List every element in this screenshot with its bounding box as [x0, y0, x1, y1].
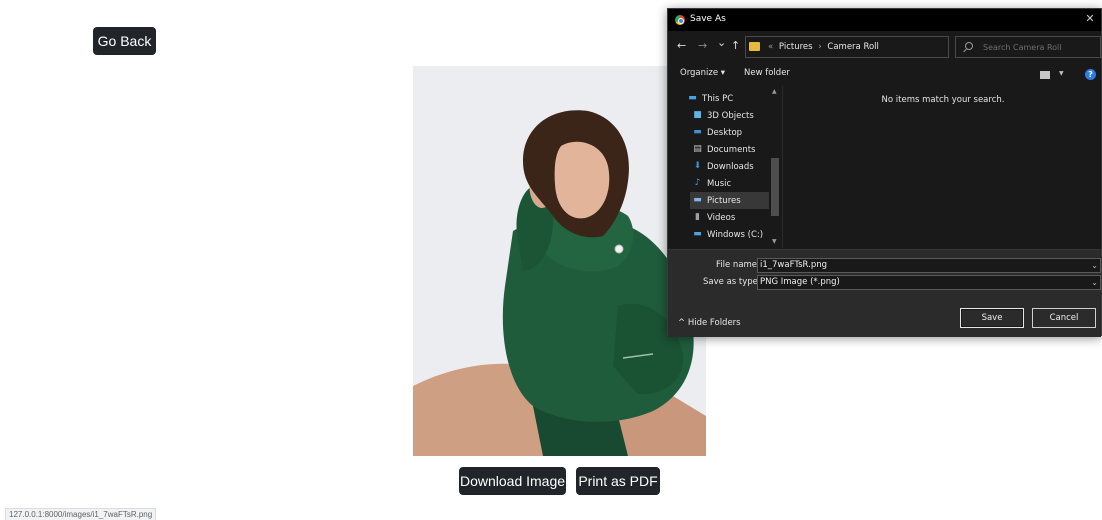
nav-item-label: Downloads: [707, 161, 754, 172]
status-bar-url: 127.0.0.1:8000/images/i1_7waFTsR.png: [5, 508, 157, 520]
nav-item-label: This PC: [702, 93, 734, 104]
nav-item-desktop[interactable]: ▬ Desktop: [690, 124, 776, 141]
nav-item-label: 3D Objects: [707, 110, 754, 121]
nav-item-downloads[interactable]: ⬇ Downloads: [690, 158, 776, 175]
save-type-label: Save as type:: [703, 277, 761, 287]
nav-item-3d-objects[interactable]: ■ 3D Objects: [690, 107, 776, 124]
help-icon[interactable]: ?: [1085, 69, 1096, 80]
breadcrumb-pictures[interactable]: Pictures: [779, 42, 813, 52]
file-name-input[interactable]: i1_7waFTsR.png ⌄: [757, 258, 1101, 273]
pictures-icon: ▬: [693, 195, 702, 205]
desktop-icon: ▬: [693, 127, 702, 137]
save-type-value: PNG Image (*.png): [760, 277, 840, 287]
file-name-value: i1_7waFTsR.png: [760, 260, 828, 270]
dialog-navbar: ← → ⌄ ↑ « Pictures › Camera Roll ⌄ ↻ Sea…: [668, 33, 1101, 61]
dialog-toolbar: Organize ▾ New folder ▼ ?: [668, 63, 1101, 85]
scroll-down-icon[interactable]: ▼: [772, 238, 777, 245]
chevron-down-icon[interactable]: ⌄: [1091, 276, 1098, 289]
chevron-down-icon[interactable]: ⌄: [1091, 259, 1098, 272]
videos-icon: ▮: [695, 212, 700, 222]
download-icon: ⬇: [693, 161, 702, 171]
breadcrumb-separator: ›: [818, 42, 822, 52]
nav-item-videos[interactable]: ▮ Videos: [690, 209, 776, 226]
search-input[interactable]: Search Camera Roll: [955, 36, 1101, 58]
close-icon[interactable]: ✕: [1083, 12, 1097, 26]
empty-message: No items match your search.: [881, 95, 1005, 105]
view-options-icon[interactable]: [1040, 71, 1050, 79]
up-arrow-icon[interactable]: ↑: [731, 40, 740, 52]
hide-folders-button[interactable]: ^ Hide Folders: [678, 318, 741, 328]
drive-icon: ▬: [693, 229, 702, 239]
nav-item-pictures[interactable]: ▬ Pictures: [690, 192, 769, 209]
go-back-button[interactable]: Go Back: [93, 27, 156, 55]
scrollbar-thumb[interactable]: [771, 158, 779, 216]
nav-item-label: Windows (C:): [707, 229, 764, 240]
dialog-titlebar[interactable]: Save As ✕: [668, 9, 1101, 31]
navigation-scrollbar[interactable]: ▲ ▼: [769, 86, 781, 248]
back-arrow-icon[interactable]: ←: [677, 40, 686, 52]
organize-menu-button[interactable]: Organize ▾: [680, 68, 725, 78]
new-folder-button[interactable]: New folder: [744, 68, 790, 78]
chrome-icon: [675, 15, 685, 25]
navigation-pane: ▬ This PC ■ 3D Objects ▬ Desktop ▤ Docum…: [668, 86, 783, 248]
nav-item-label: Music: [707, 178, 732, 189]
nav-item-this-pc[interactable]: ▬ This PC: [685, 90, 771, 107]
file-name-label: File name:: [716, 260, 760, 270]
save-type-select[interactable]: PNG Image (*.png) ⌄: [757, 275, 1101, 290]
search-icon: [965, 42, 973, 50]
address-bar[interactable]: « Pictures › Camera Roll ⌄ ↻: [745, 36, 993, 58]
model-photo: [413, 66, 706, 456]
save-button[interactable]: Save: [960, 308, 1024, 328]
cancel-button[interactable]: Cancel: [1032, 308, 1096, 328]
scroll-up-icon[interactable]: ▲: [772, 88, 777, 95]
download-image-button[interactable]: Download Image: [459, 467, 566, 495]
breadcrumb-camera-roll[interactable]: Camera Roll: [827, 42, 879, 52]
save-as-dialog: Save As ✕ ← → ⌄ ↑ « Pictures › Camera Ro…: [667, 8, 1102, 337]
nav-item-label: Pictures: [707, 195, 741, 206]
cube-icon: ■: [693, 110, 702, 120]
folder-icon: [749, 42, 760, 51]
document-icon: ▤: [693, 144, 702, 154]
nav-item-documents[interactable]: ▤ Documents: [690, 141, 776, 158]
dialog-title: Save As: [690, 14, 726, 24]
music-icon: ♪: [694, 178, 701, 188]
nav-item-windows-c[interactable]: ▬ Windows (C:): [690, 226, 776, 243]
pc-icon: ▬: [688, 93, 697, 103]
recent-locations-chevron-icon[interactable]: ⌄: [717, 37, 726, 49]
view-chevron-icon[interactable]: ▼: [1059, 70, 1064, 77]
search-placeholder: Search Camera Roll: [983, 43, 1062, 52]
file-list-pane[interactable]: No items match your search.: [783, 86, 1102, 248]
nav-item-label: Desktop: [707, 127, 743, 138]
nav-item-label: Videos: [707, 212, 736, 223]
breadcrumb-overflow[interactable]: «: [765, 42, 776, 52]
forward-arrow-icon[interactable]: →: [698, 40, 707, 52]
save-form: File name: i1_7waFTsR.png ⌄ Save as type…: [668, 249, 1101, 337]
print-pdf-button[interactable]: Print as PDF: [576, 467, 660, 495]
breadcrumb: « Pictures › Camera Roll: [765, 42, 879, 52]
nav-item-label: Documents: [707, 144, 756, 155]
nav-item-music[interactable]: ♪ Music: [690, 175, 776, 192]
